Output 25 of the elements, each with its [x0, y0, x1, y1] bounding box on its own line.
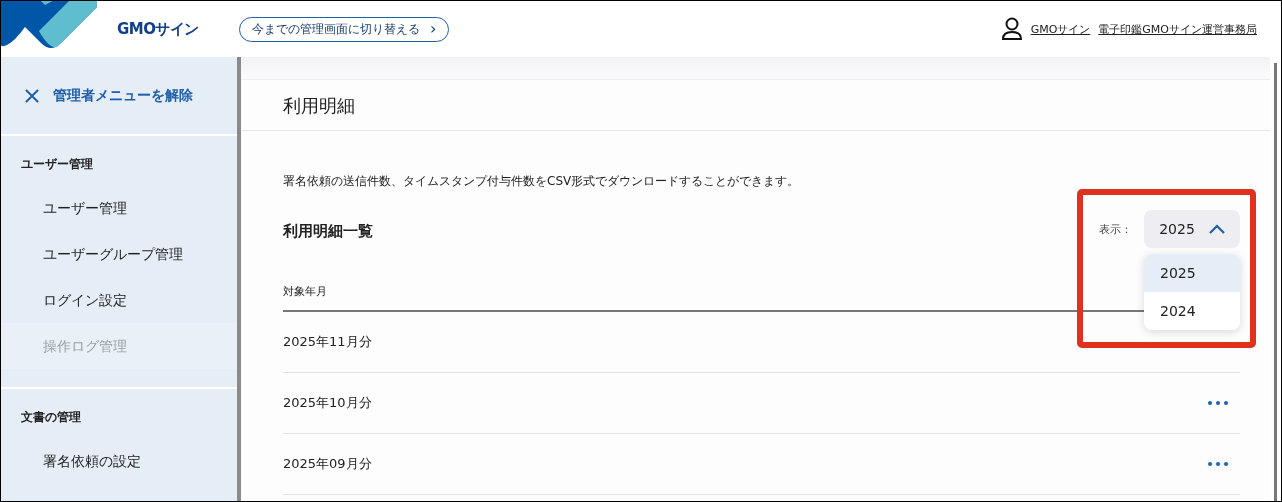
year-dropdown[interactable]: 2025	[1144, 210, 1240, 248]
sidebar-item[interactable]: ユーザーグループ管理	[1, 231, 237, 277]
table-cell: 2025年11月分	[283, 333, 372, 351]
switch-admin-button[interactable]: 今までの管理画面に切り替える ›	[239, 16, 450, 42]
section-heading: ユーザー管理	[20, 156, 94, 173]
section-title: 利用明細一覧	[283, 222, 373, 241]
user-link[interactable]: 電子印鑑GMOサイン運営事務局	[1098, 21, 1257, 37]
filter-label: 表示：	[1099, 221, 1132, 237]
logo-text: GMOサイン	[117, 19, 199, 39]
sidebar-item[interactable]: ログイン設定	[1, 277, 237, 323]
user-icon[interactable]	[1000, 17, 1023, 41]
user-link[interactable]: GMOサイン	[1030, 21, 1091, 37]
column-header: 対象年月	[283, 283, 327, 299]
table-cell: 2025年10月分	[283, 394, 372, 412]
close-icon	[25, 89, 39, 103]
section-heading: 文書の管理	[20, 409, 82, 426]
sidebar-item[interactable]: 署名依頼の設定	[1, 438, 237, 484]
page-title: 利用明細	[241, 80, 1270, 131]
description-text: 署名依頼の送信件数、タイムスタンプ付与件数をCSV形式でダウンロードすることができます。	[283, 173, 801, 190]
dropdown-option[interactable]: 2024	[1144, 292, 1240, 330]
logo-icon	[1, 1, 97, 49]
dropdown-option[interactable]: 2025	[1144, 254, 1240, 292]
sidebar-item[interactable]: ユーザー管理	[1, 185, 237, 231]
caret-icon	[1208, 224, 1225, 234]
table-cell: 2025年09月分	[283, 455, 372, 473]
